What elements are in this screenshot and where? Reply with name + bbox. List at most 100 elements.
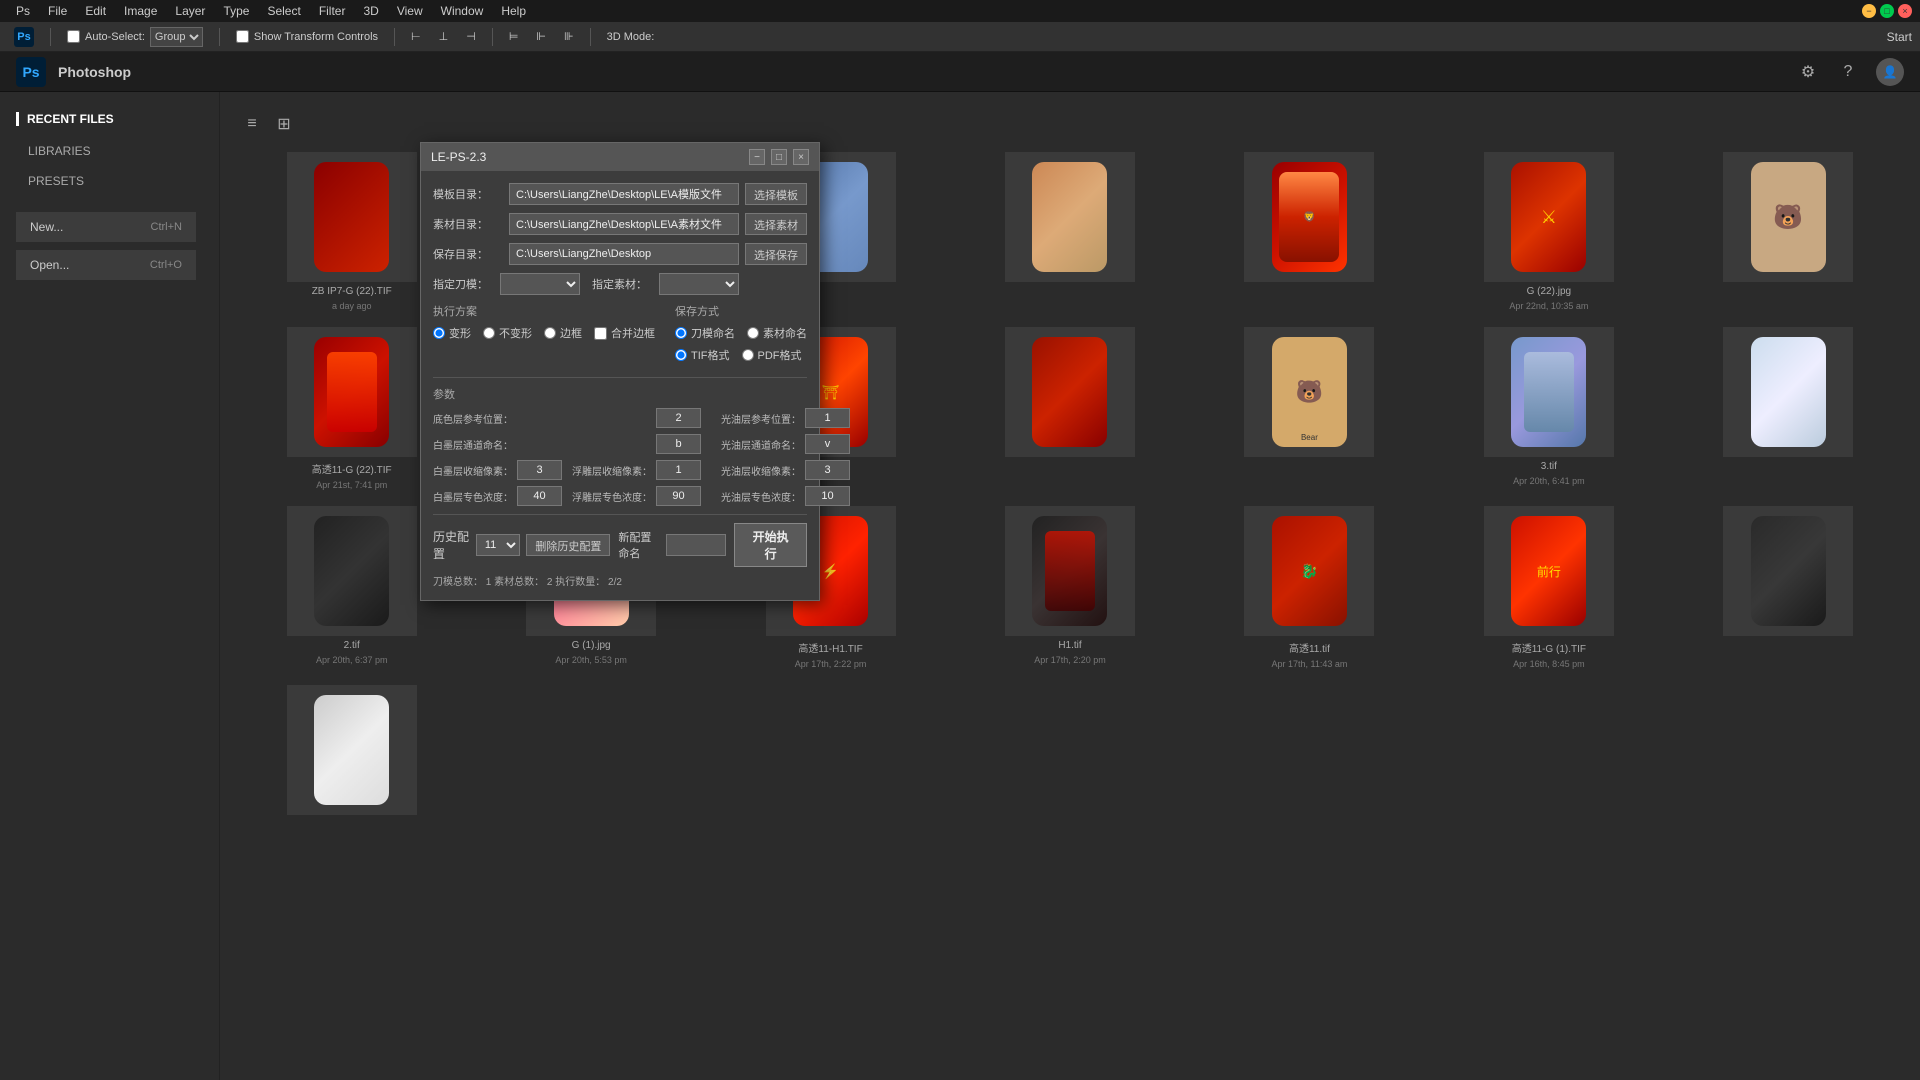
base-color-ref-input[interactable] bbox=[656, 408, 701, 428]
auto-select-checkbox[interactable] bbox=[67, 30, 80, 43]
specify-material-select[interactable] bbox=[659, 273, 739, 295]
select-template-button[interactable]: 选择模板 bbox=[745, 183, 807, 205]
menu-window[interactable]: Window bbox=[433, 2, 492, 20]
group-select[interactable]: Group bbox=[150, 27, 203, 47]
list-item[interactable]: H1.tif Apr 17th, 2:20 pm bbox=[958, 506, 1181, 669]
toolbar-dist3[interactable]: ⊪ bbox=[558, 28, 580, 45]
history-row: 历史配置 11 删除历史配置 bbox=[433, 528, 610, 562]
history-label: 历史配置 bbox=[433, 528, 470, 562]
float-shrink-label: 浮雕层收缩像素： bbox=[572, 463, 652, 478]
settings-icon[interactable]: ⚙ bbox=[1796, 60, 1820, 84]
select-save-button[interactable]: 选择保存 bbox=[745, 243, 807, 265]
image-date: Apr 17th, 2:20 pm bbox=[1034, 655, 1106, 665]
list-item[interactable]: ⚔ G (22).jpg Apr 22nd, 10:35 am bbox=[1437, 152, 1660, 311]
list-item[interactable] bbox=[1677, 506, 1900, 669]
phone-case-image bbox=[1511, 337, 1586, 447]
oil-color-input[interactable] bbox=[805, 486, 850, 506]
pdf-format-radio[interactable]: PDF格式 bbox=[742, 347, 802, 363]
toolbar-align1[interactable]: ⊢ bbox=[405, 28, 427, 45]
dialog-minimize-button[interactable]: − bbox=[749, 149, 765, 165]
merge-edge-checkbox[interactable]: 合并边框 bbox=[594, 325, 655, 341]
dialog-controls: − □ × bbox=[749, 149, 809, 165]
execute-button[interactable]: 开始执行 bbox=[734, 523, 807, 567]
sidebar-presets[interactable]: PRESETS bbox=[16, 168, 203, 194]
morph-radio[interactable]: 变形 bbox=[433, 325, 471, 341]
bottom-divider bbox=[433, 514, 807, 515]
menu-layer[interactable]: Layer bbox=[167, 2, 213, 20]
list-item[interactable] bbox=[240, 685, 463, 823]
new-button[interactable]: New... Ctrl+N bbox=[16, 212, 196, 242]
specify-template-select[interactable] bbox=[500, 273, 580, 295]
oil-channel-input[interactable] bbox=[805, 434, 850, 454]
no-morph-radio[interactable]: 不变形 bbox=[483, 325, 532, 341]
view-controls: ≡ ⊞ bbox=[240, 112, 1900, 136]
menu-edit[interactable]: Edit bbox=[77, 2, 114, 20]
user-avatar[interactable]: 👤 bbox=[1876, 58, 1904, 86]
sidebar-libraries[interactable]: LIBRARIES bbox=[16, 138, 203, 164]
menu-ps[interactable]: Ps bbox=[8, 2, 38, 20]
menu-image[interactable]: Image bbox=[116, 2, 165, 20]
list-item[interactable] bbox=[1677, 327, 1900, 490]
edge-radio[interactable]: 边框 bbox=[544, 325, 582, 341]
list-view-button[interactable]: ≡ bbox=[240, 112, 264, 136]
dialog-titlebar[interactable]: LE-PS-2.3 − □ × bbox=[421, 143, 819, 171]
oil-ref-input[interactable] bbox=[805, 408, 850, 428]
help-icon[interactable]: ? bbox=[1836, 60, 1860, 84]
float-color-input[interactable] bbox=[656, 486, 701, 506]
menu-view[interactable]: View bbox=[389, 2, 431, 20]
execution-plan-section: 执行方案 变形 不变形 边 bbox=[433, 303, 655, 369]
float-shrink-input[interactable] bbox=[656, 460, 701, 480]
minimize-button[interactable]: − bbox=[1862, 4, 1876, 18]
select-material-button[interactable]: 选择素材 bbox=[745, 213, 807, 235]
list-item[interactable]: 前行 高透11-G (1).TIF Apr 16th, 8:45 pm bbox=[1437, 506, 1660, 669]
toolbar-dist2[interactable]: ⊩ bbox=[530, 28, 552, 45]
white-color-input[interactable] bbox=[517, 486, 562, 506]
image-name: G (1).jpg bbox=[572, 640, 611, 651]
clear-history-button[interactable]: 删除历史配置 bbox=[526, 534, 610, 556]
toolbar-dist1[interactable]: ⊨ bbox=[503, 28, 525, 45]
save-dir-input[interactable] bbox=[509, 243, 739, 265]
grid-view-button[interactable]: ⊞ bbox=[272, 112, 296, 136]
toolbar-align2[interactable]: ⊥ bbox=[433, 28, 455, 45]
phone-case-image: 🐻 bbox=[1751, 162, 1826, 272]
menu-select[interactable]: Select bbox=[259, 2, 308, 20]
oil-shrink-input[interactable] bbox=[805, 460, 850, 480]
menu-3d[interactable]: 3D bbox=[355, 2, 386, 20]
list-item[interactable] bbox=[958, 152, 1181, 311]
menu-filter[interactable]: Filter bbox=[311, 2, 354, 20]
material-name-radio[interactable]: 素材命名 bbox=[747, 325, 807, 341]
blade-name-radio[interactable]: 刀模命名 bbox=[675, 325, 735, 341]
material-dir-input[interactable] bbox=[509, 213, 739, 235]
toolbar-align3[interactable]: ⊣ bbox=[460, 28, 482, 45]
list-item[interactable]: 3.tif Apr 20th, 6:41 pm bbox=[1437, 327, 1660, 490]
image-name: G (22).jpg bbox=[1527, 286, 1571, 297]
list-item[interactable]: 🐉 高透11.tif Apr 17th, 11:43 am bbox=[1198, 506, 1421, 669]
dialog-close-button[interactable]: × bbox=[793, 149, 809, 165]
template-dir-input[interactable] bbox=[509, 183, 739, 205]
menu-file[interactable]: File bbox=[40, 2, 75, 20]
white-channel-input[interactable] bbox=[656, 434, 701, 454]
phone-case-image bbox=[314, 516, 389, 626]
menu-type[interactable]: Type bbox=[215, 2, 257, 20]
new-config-input[interactable] bbox=[666, 534, 726, 556]
dialog-maximize-button[interactable]: □ bbox=[771, 149, 787, 165]
show-transform-checkbox[interactable] bbox=[236, 30, 249, 43]
list-item[interactable]: 🐻Bear bbox=[1198, 327, 1421, 490]
list-item[interactable]: 🐻 bbox=[1677, 152, 1900, 311]
history-select[interactable]: 11 bbox=[476, 534, 521, 556]
image-thumbnail bbox=[1484, 327, 1614, 457]
list-item[interactable] bbox=[958, 327, 1181, 490]
white-shrink-input[interactable] bbox=[517, 460, 562, 480]
image-thumbnail bbox=[287, 685, 417, 815]
image-thumbnail bbox=[1005, 327, 1135, 457]
list-item[interactable]: 🦁 bbox=[1198, 152, 1421, 311]
maximize-button[interactable]: □ bbox=[1880, 4, 1894, 18]
open-button[interactable]: Open... Ctrl+O bbox=[16, 250, 196, 280]
tif-format-radio[interactable]: TIF格式 bbox=[675, 347, 730, 363]
save-dir-label: 保存目录： bbox=[433, 246, 503, 262]
toolbar-3d-mode: 3D Mode: bbox=[601, 29, 661, 45]
execution-radio-group: 变形 不变形 边框 合 bbox=[433, 325, 655, 341]
close-button[interactable]: × bbox=[1898, 4, 1912, 18]
menu-help[interactable]: Help bbox=[493, 2, 534, 20]
image-date: Apr 16th, 8:45 pm bbox=[1513, 659, 1585, 669]
